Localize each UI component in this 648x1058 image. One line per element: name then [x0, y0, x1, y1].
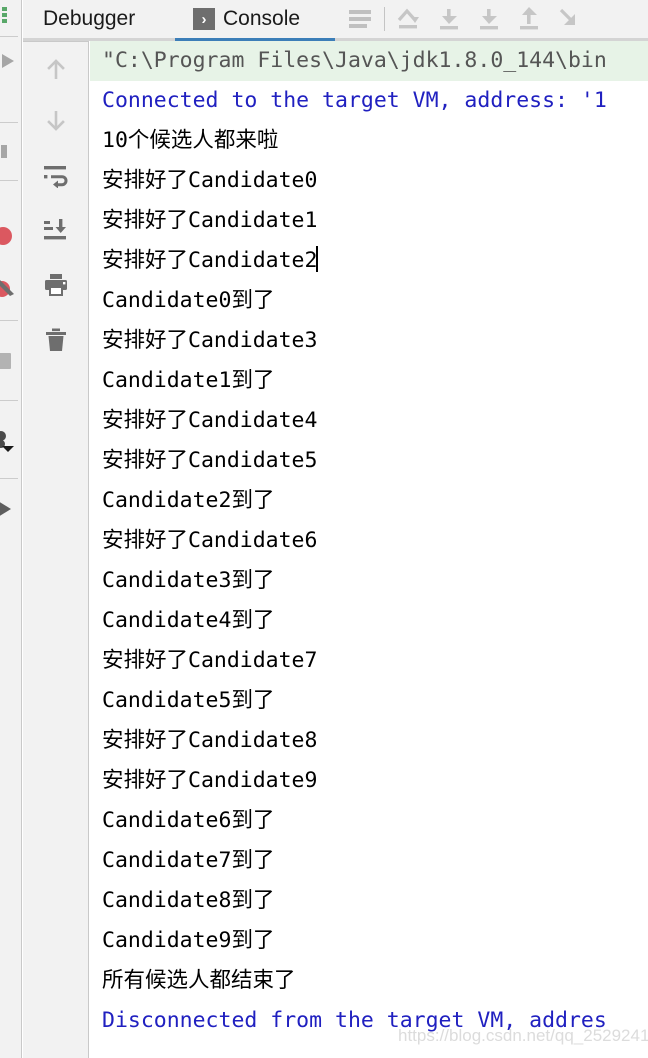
view-breakpoints-icon[interactable] — [0, 225, 21, 252]
text-caret — [316, 246, 319, 272]
console-line-text: 安排好了Candidate0 — [102, 168, 318, 193]
console-line-text: Candidate6到了 — [102, 808, 275, 833]
step-out-icon[interactable] — [509, 0, 549, 38]
trash-icon[interactable] — [36, 320, 76, 360]
resume-program-icon[interactable] — [0, 50, 21, 77]
console-line-text: 安排好了Candidate5 — [102, 448, 318, 473]
restore-layout-icon[interactable] — [0, 498, 21, 525]
soft-wrap-icon[interactable] — [36, 155, 76, 195]
console-line-text: Candidate4到了 — [102, 608, 275, 633]
console-output-area[interactable]: "C:\Program Files\Java\jdk1.8.0_144\bin C… — [90, 41, 648, 1058]
scroll-to-end-icon[interactable] — [36, 210, 76, 250]
tab-debugger[interactable]: Debugger — [43, 0, 135, 38]
down-arrow-icon[interactable] — [36, 100, 76, 140]
console-line: Connected to the target VM, address: '1 — [90, 81, 648, 121]
console-line: 安排好了Candidate3 — [90, 321, 648, 361]
console-line-list: "C:\Program Files\Java\jdk1.8.0_144\bin C… — [90, 41, 648, 1041]
console-line: 安排好了Candidate4 — [90, 401, 648, 441]
console-line: Candidate1到了 — [90, 361, 648, 401]
console-line: 安排好了Candidate9 — [90, 761, 648, 801]
console-line-text: 安排好了Candidate7 — [102, 648, 318, 673]
console-line-text: Candidate8到了 — [102, 888, 275, 913]
console-line-text: Candidate5到了 — [102, 688, 275, 713]
settings-icon[interactable] — [0, 430, 21, 457]
toolbar-divider — [384, 7, 385, 31]
console-line-text: "C:\Program Files\Java\jdk1.8.0_144\bin — [102, 48, 607, 73]
tab-console-label: Console — [223, 7, 301, 30]
console-line: 安排好了Candidate0 — [90, 161, 648, 201]
up-arrow-icon[interactable] — [36, 50, 76, 90]
strip-divider — [0, 36, 18, 37]
step-over-icon[interactable] — [389, 0, 429, 38]
console-line-text: Candidate7到了 — [102, 848, 275, 873]
console-line-text: 10个候选人都来啦 — [102, 128, 279, 153]
tab-console[interactable]: › Console — [193, 0, 300, 38]
console-side-toolbar — [23, 0, 89, 1058]
console-line-text: 安排好了Candidate3 — [102, 328, 318, 353]
console-line: 10个候选人都来啦 — [90, 121, 648, 161]
console-line: Candidate9到了 — [90, 921, 648, 961]
console-line-text: Candidate2到了 — [102, 488, 275, 513]
console-line-text: Candidate9到了 — [102, 928, 275, 953]
console-line-text: 安排好了Candidate1 — [102, 208, 318, 233]
debug-tool-window: Debugger › Console "C:\Program Files\Jav… — [0, 0, 648, 1058]
console-prompt-icon: › — [193, 8, 215, 30]
console-line: 安排好了Candidate6 — [90, 521, 648, 561]
console-line-text: Connected to the target VM, address: '1 — [102, 88, 607, 113]
layout-settings-icon[interactable] — [340, 0, 380, 38]
console-line: Candidate7到了 — [90, 841, 648, 881]
strip-divider — [0, 400, 18, 401]
strip-divider — [0, 180, 18, 181]
console-line-text: Candidate0到了 — [102, 288, 275, 313]
console-line: 所有候选人都结束了 — [90, 961, 648, 1001]
console-line: Candidate2到了 — [90, 481, 648, 521]
print-icon[interactable] — [36, 265, 76, 305]
console-line: 安排好了Candidate8 — [90, 721, 648, 761]
rerun-icon[interactable] — [0, 4, 21, 31]
mute-breakpoints-icon[interactable] — [0, 278, 21, 305]
toolbar-divider — [23, 41, 89, 42]
console-line: 安排好了Candidate2 — [90, 241, 648, 281]
console-line-text: Candidate1到了 — [102, 368, 275, 393]
strip-divider — [0, 320, 18, 321]
console-line-text: 安排好了Candidate4 — [102, 408, 318, 433]
console-line: "C:\Program Files\Java\jdk1.8.0_144\bin — [90, 41, 648, 81]
console-line: 安排好了Candidate5 — [90, 441, 648, 481]
step-into-icon[interactable] — [429, 0, 469, 38]
console-line: Candidate4到了 — [90, 601, 648, 641]
strip-divider — [0, 478, 18, 479]
console-line: Candidate3到了 — [90, 561, 648, 601]
strip-divider — [0, 122, 18, 123]
console-line: Candidate5到了 — [90, 681, 648, 721]
force-step-into-icon[interactable] — [469, 0, 509, 38]
tab-debugger-label: Debugger — [43, 7, 136, 30]
console-line-text: 安排好了Candidate6 — [102, 528, 318, 553]
pause-program-icon[interactable] — [0, 140, 21, 167]
console-line: Disconnected from the target VM, addres — [90, 1001, 648, 1041]
console-line-text: 安排好了Candidate2 — [102, 248, 318, 273]
console-line: Candidate0到了 — [90, 281, 648, 321]
drop-frame-icon[interactable] — [549, 0, 589, 38]
console-line-text: 安排好了Candidate8 — [102, 728, 318, 753]
console-line: 安排好了Candidate7 — [90, 641, 648, 681]
console-line: Candidate8到了 — [90, 881, 648, 921]
debug-actions-strip — [0, 0, 22, 1058]
console-line-text: Candidate3到了 — [102, 568, 275, 593]
stop-icon[interactable] — [0, 350, 21, 377]
console-line-text: 所有候选人都结束了 — [102, 968, 296, 993]
console-line-text: 安排好了Candidate9 — [102, 768, 318, 793]
debug-step-toolbar — [340, 0, 589, 38]
console-line-text: Disconnected from the target VM, addres — [102, 1008, 607, 1033]
console-line: 安排好了Candidate1 — [90, 201, 648, 241]
console-line: Candidate6到了 — [90, 801, 648, 841]
